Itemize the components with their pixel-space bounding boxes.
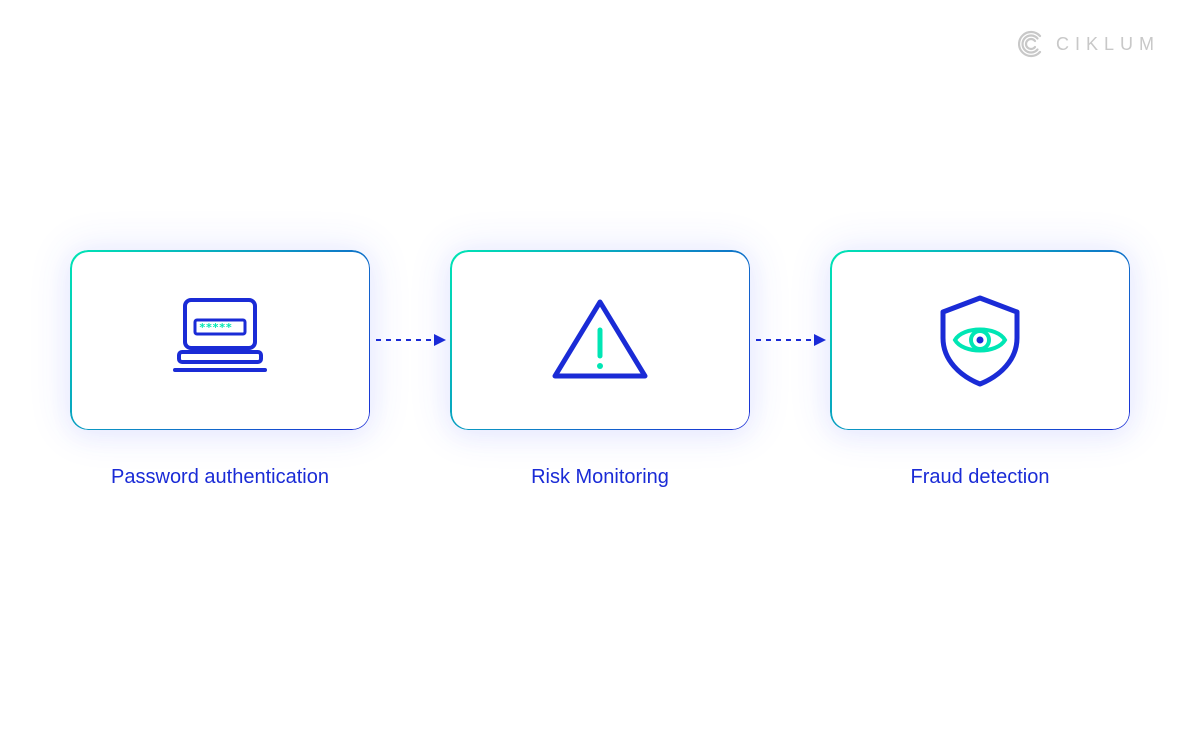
flow-node-label: Fraud detection bbox=[911, 466, 1050, 489]
process-flow: ***** Password authentication bbox=[0, 250, 1200, 489]
flow-node-label: Password authentication bbox=[111, 466, 329, 489]
flow-arrow-icon bbox=[370, 250, 450, 430]
flow-node: Fraud detection bbox=[830, 250, 1130, 489]
flow-node: ***** Password authentication bbox=[70, 250, 370, 489]
flow-card-password-authentication: ***** bbox=[70, 250, 370, 430]
ciklum-mark-icon bbox=[1018, 30, 1046, 58]
flow-node: Risk Monitoring bbox=[450, 250, 750, 489]
warning-triangle-icon bbox=[545, 290, 655, 390]
flow-card-fraud-detection bbox=[830, 250, 1130, 430]
diagram-canvas: CIKLUM ***** bbox=[0, 0, 1200, 730]
flow-node-label: Risk Monitoring bbox=[531, 466, 669, 489]
brand-logo: CIKLUM bbox=[1018, 30, 1160, 58]
flow-arrow-icon bbox=[750, 250, 830, 430]
flow-card-risk-monitoring bbox=[450, 250, 750, 430]
svg-text:*****: ***** bbox=[199, 321, 232, 334]
shield-eye-icon bbox=[925, 290, 1035, 390]
laptop-password-icon: ***** bbox=[165, 290, 275, 390]
brand-name-label: CIKLUM bbox=[1056, 34, 1160, 55]
